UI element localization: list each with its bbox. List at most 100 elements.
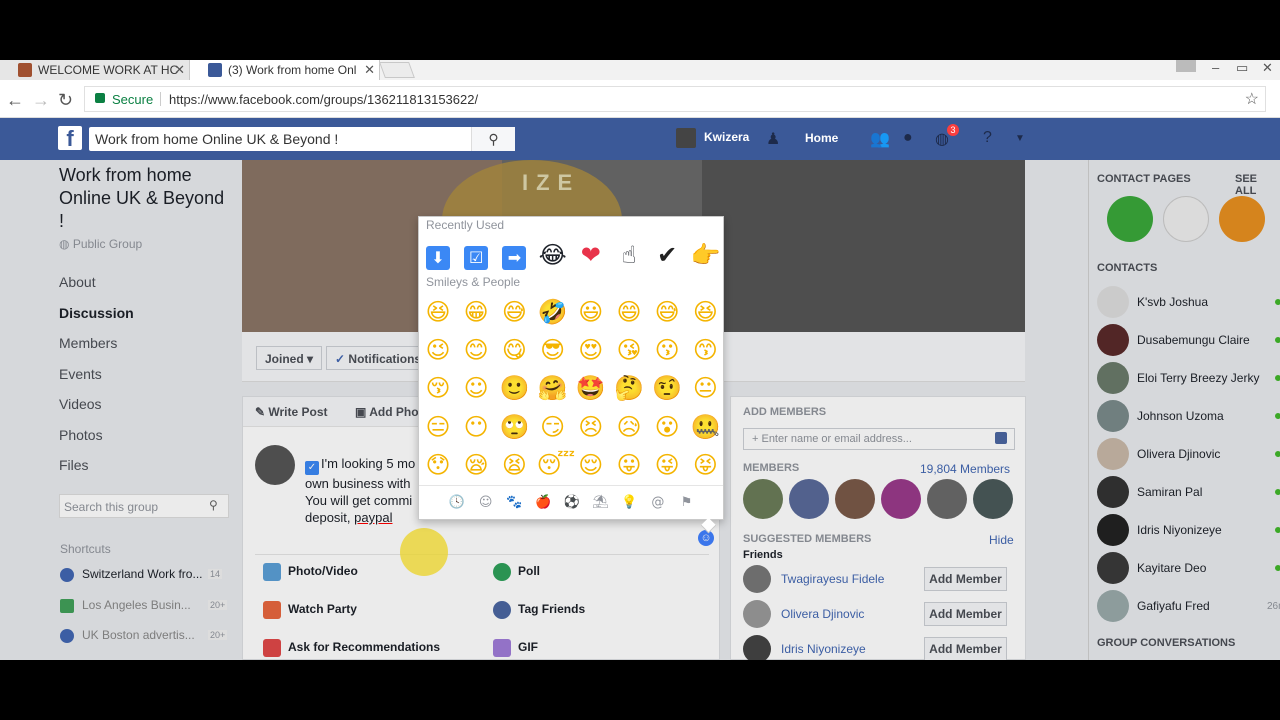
emoji-smiley[interactable]: 🤔: [613, 372, 645, 404]
add-member-input[interactable]: + Enter name or email address...: [743, 428, 1015, 450]
emoji-smiley[interactable]: 😏: [537, 411, 569, 443]
emoji-smiley[interactable]: 😝: [689, 449, 721, 481]
group-title[interactable]: Work from home Online UK & Beyond !: [59, 164, 234, 233]
emoji-smiley[interactable]: 🤣: [537, 296, 569, 328]
nav-events[interactable]: Events: [59, 366, 102, 382]
emoji-recent-3[interactable]: 😂: [537, 239, 569, 271]
friend-requests-icon[interactable]: 👥: [870, 129, 890, 149]
activities-category-icon[interactable]: ⚽: [563, 494, 581, 512]
close-tab-icon[interactable]: ✕: [174, 62, 185, 78]
home-link[interactable]: Home: [805, 131, 838, 145]
maximize-icon[interactable]: ▭: [1236, 60, 1248, 76]
member-avatar[interactable]: [835, 479, 875, 519]
emoji-smiley[interactable]: 😍: [575, 334, 607, 366]
tab-write-post[interactable]: ✎ Write Post: [255, 405, 328, 419]
poll-option[interactable]: Poll: [493, 563, 540, 581]
emoji-smiley[interactable]: 😶: [460, 411, 492, 443]
member-avatar[interactable]: [927, 479, 967, 519]
contact-item[interactable]: Olivera Djinovic: [1097, 438, 1280, 470]
suggested-member-name[interactable]: Twagirayesu Fidele: [781, 572, 884, 586]
emoji-recent-2[interactable]: ➡: [498, 239, 530, 271]
notifications-button[interactable]: ✓ Notifications: [326, 346, 431, 370]
emoji-smiley[interactable]: 🙄: [498, 411, 530, 443]
flags-category-icon[interactable]: ⚑: [678, 494, 696, 512]
emoji-smiley[interactable]: 😎: [537, 334, 569, 366]
emoji-smiley[interactable]: 😯: [422, 449, 454, 481]
emoji-smiley[interactable]: 😆: [689, 296, 721, 328]
nav-files[interactable]: Files: [59, 457, 89, 473]
emoji-recent-1[interactable]: ☑: [460, 239, 492, 271]
emoji-smiley[interactable]: 😅: [498, 296, 530, 328]
messages-icon[interactable]: ●: [903, 129, 913, 147]
new-tab-button[interactable]: [379, 62, 415, 78]
emoji-smiley[interactable]: ☺: [460, 372, 492, 404]
facebook-search-input[interactable]: Work from home Online UK & Beyond ! ⚲: [89, 127, 515, 151]
emoji-smiley[interactable]: 🙂: [498, 372, 530, 404]
nav-about[interactable]: About: [59, 274, 96, 290]
contact-page-avatar[interactable]: [1219, 196, 1265, 242]
food-category-icon[interactable]: 🍎: [534, 494, 552, 512]
travel-category-icon[interactable]: ⛱: [592, 494, 610, 512]
nav-members[interactable]: Members: [59, 335, 117, 351]
suggested-member-name[interactable]: Idris Niyonizeye: [781, 642, 866, 656]
add-member-button[interactable]: Add Member: [924, 567, 1007, 591]
search-icon[interactable]: ⚲: [209, 498, 218, 512]
browser-tab-facebook[interactable]: (3) Work from home Onl ✕: [190, 60, 380, 80]
user-profile-icon[interactable]: [1176, 60, 1196, 72]
emoji-smiley[interactable]: 😆: [422, 296, 454, 328]
emoji-smiley[interactable]: 😜: [651, 449, 683, 481]
watch-party-option[interactable]: Watch Party: [263, 601, 357, 619]
find-friends-icon[interactable]: ♟: [766, 129, 780, 149]
see-all-link[interactable]: SEE ALL: [1235, 173, 1280, 197]
emoji-smiley[interactable]: 😌: [575, 449, 607, 481]
url-omnibox[interactable]: Secure https://www.facebook.com/groups/1…: [84, 86, 1266, 112]
contact-item[interactable]: Gafiyafu Fred 26m: [1097, 590, 1280, 622]
nav-photos[interactable]: Photos: [59, 427, 103, 443]
search-icon[interactable]: ⚲: [471, 127, 515, 151]
contact-page-avatar[interactable]: [1107, 196, 1153, 242]
bookmark-star-icon[interactable]: ☆: [1245, 89, 1259, 109]
contact-item[interactable]: Kayitare Deo: [1097, 552, 1280, 584]
reload-icon[interactable]: ↻: [58, 90, 73, 111]
emoji-smiley[interactable]: 😄: [613, 296, 645, 328]
suggested-member-name[interactable]: Olivera Djinovic: [781, 607, 864, 621]
member-avatar[interactable]: [881, 479, 921, 519]
contact-item[interactable]: Johnson Uzoma: [1097, 400, 1280, 432]
close-tab-icon[interactable]: ✕: [364, 62, 375, 78]
post-text-field[interactable]: ✓ I'm looking 5 mo own business with You …: [305, 455, 425, 526]
hide-link[interactable]: Hide: [989, 533, 1014, 547]
shortcut-item[interactable]: UK Boston advertis... 20+: [60, 628, 228, 643]
animals-category-icon[interactable]: 🐾: [505, 494, 523, 512]
account-menu-chevron-down-icon[interactable]: ▼: [1015, 133, 1025, 144]
group-search-input[interactable]: Search this group: [59, 494, 229, 518]
tab-add-photo[interactable]: ▣ Add Pho: [355, 405, 419, 419]
members-count-link[interactable]: 19,804 Members: [920, 462, 1010, 476]
ask-for-recommendations-option[interactable]: Ask for Recommendations: [263, 639, 440, 657]
photo-video-option[interactable]: Photo/Video: [263, 563, 358, 581]
emoji-smiley[interactable]: 😅: [651, 296, 683, 328]
emoji-smiley[interactable]: 😃: [575, 296, 607, 328]
gif-option[interactable]: GIF: [493, 639, 538, 657]
minimize-icon[interactable]: –: [1212, 60, 1219, 75]
smileys-category-icon[interactable]: ☺: [477, 494, 495, 512]
recent-category-icon[interactable]: 🕓: [448, 494, 466, 512]
url-text[interactable]: https://www.facebook.com/groups/13621181…: [169, 92, 478, 107]
emoji-smiley[interactable]: 🤗: [537, 372, 569, 404]
contact-item[interactable]: Dusabemungu Claire: [1097, 324, 1280, 356]
contact-item[interactable]: Eloi Terry Breezy Jerky: [1097, 362, 1280, 394]
member-avatar[interactable]: [973, 479, 1013, 519]
emoji-smiley[interactable]: 🤨: [651, 372, 683, 404]
emoji-recent-5[interactable]: ☝: [613, 239, 645, 271]
emoji-smiley[interactable]: 😥: [613, 411, 645, 443]
help-icon[interactable]: ?: [983, 129, 992, 147]
emoji-recent-7[interactable]: 👉: [689, 239, 721, 271]
emoji-smiley[interactable]: 😉: [422, 334, 454, 366]
emoji-smiley[interactable]: 😐: [689, 372, 721, 404]
emoji-smiley[interactable]: 🤐: [689, 411, 721, 443]
emoji-picker-icon[interactable]: ☺: [698, 530, 714, 546]
profile-link[interactable]: Kwizera: [676, 128, 749, 148]
joined-button[interactable]: Joined ▾: [256, 346, 323, 370]
facebook-logo-icon[interactable]: f: [58, 126, 82, 151]
shortcut-item[interactable]: Los Angeles Busin... 20+: [60, 598, 228, 613]
member-avatar[interactable]: [743, 479, 783, 519]
